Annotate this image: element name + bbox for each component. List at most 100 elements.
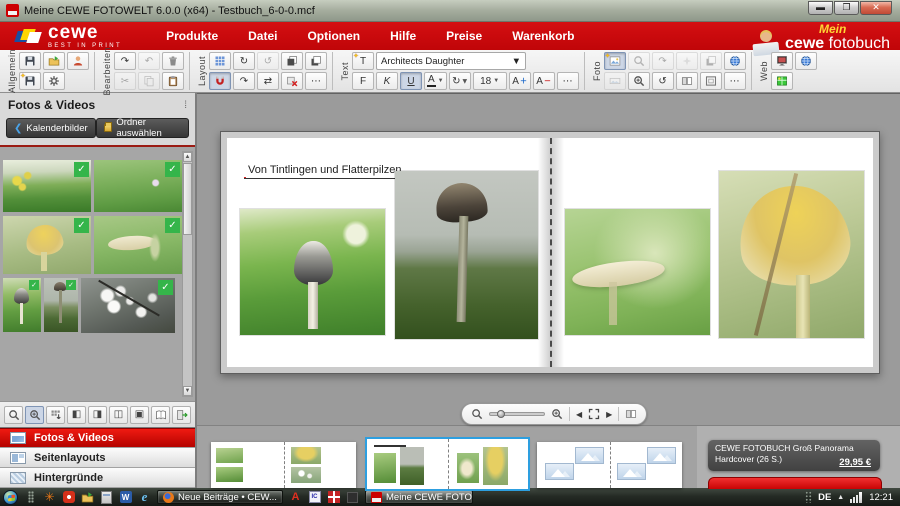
photo-rotate-left-icon[interactable]: ↺: [652, 72, 674, 90]
internet-explorer-icon[interactable]: e: [138, 491, 151, 504]
spread-thumbnail-2-selected[interactable]: [367, 439, 528, 489]
menu-datei[interactable]: Datei: [248, 29, 277, 43]
layout-more-icon[interactable]: ⋯: [305, 72, 327, 90]
delete-icon[interactable]: [162, 52, 184, 70]
thumbnail-inkcap-small[interactable]: ✓: [3, 278, 41, 332]
scroll-down-icon[interactable]: ▼: [183, 386, 192, 396]
editor-canvas[interactable]: Von Tintlingen und Flatterpilzen ◀: [197, 93, 900, 425]
sidebar-item-fotos-videos[interactable]: Fotos & Videos: [0, 428, 195, 448]
undo-icon[interactable]: ↶: [138, 52, 160, 70]
font-smaller-button[interactable]: A－: [533, 72, 555, 90]
scrollbar-thumb[interactable]: [183, 163, 192, 235]
product-price[interactable]: 29,95 €: [839, 457, 871, 468]
spread-thumbnail-1[interactable]: [211, 442, 356, 488]
rotate-right-icon[interactable]: ↷: [233, 72, 255, 90]
menu-hilfe[interactable]: Hilfe: [390, 29, 416, 43]
double-page-icon[interactable]: [676, 72, 698, 90]
grid-icon[interactable]: [209, 52, 231, 70]
view-columns-icon[interactable]: ◫: [109, 406, 128, 424]
taskbar-app-icon-4[interactable]: [347, 492, 358, 503]
bring-to-front-icon[interactable]: [281, 52, 303, 70]
autofill-grid-icon[interactable]: [46, 406, 65, 424]
zoom-slider[interactable]: [489, 412, 545, 416]
rotate-text-button[interactable]: ↻▼: [449, 72, 471, 90]
photo-web-icon[interactable]: [724, 52, 746, 70]
web-globe-icon[interactable]: [795, 52, 817, 70]
page-title-textbox[interactable]: Von Tintlingen und Flatterpilzen: [244, 164, 406, 179]
settings-gear-icon[interactable]: [43, 72, 65, 90]
spread-view-icon[interactable]: [625, 408, 637, 420]
fit-page-icon[interactable]: [588, 408, 600, 420]
copy-icon[interactable]: [138, 72, 160, 90]
zoom-in-icon[interactable]: [551, 408, 563, 420]
language-indicator[interactable]: DE: [818, 492, 831, 503]
explorer-icon[interactable]: [81, 491, 94, 504]
taskbar-media-icon[interactable]: [63, 491, 75, 503]
foto-more-icon[interactable]: ⋯: [724, 72, 746, 90]
photo-enhance-icon[interactable]: [676, 52, 698, 70]
rotate-object-icon[interactable]: ↻: [233, 52, 255, 70]
rotate-object-back-icon[interactable]: ↺: [257, 52, 279, 70]
menu-optionen[interactable]: Optionen: [307, 29, 360, 43]
slideshow-icon[interactable]: [771, 52, 793, 70]
zoom-out-icon[interactable]: [471, 408, 483, 420]
remove-layout-icon[interactable]: [281, 72, 303, 90]
photo-inkcap-grass[interactable]: [240, 209, 385, 335]
send-to-back-icon[interactable]: [305, 52, 327, 70]
sidebar-item-hintergruende[interactable]: Hintergründe: [0, 468, 195, 488]
menu-warenkorb[interactable]: Warenkorb: [512, 29, 574, 43]
options-dots-icon[interactable]: ⁞: [184, 100, 187, 111]
order-button[interactable]: [708, 477, 882, 489]
photo-rotate-icon[interactable]: ↷: [652, 52, 674, 70]
font-size-select[interactable]: 18▼: [473, 72, 507, 90]
thumbnail-blossoms[interactable]: ✓: [81, 278, 175, 333]
kalenderbilder-button[interactable]: ❮Kalenderbilder: [6, 118, 96, 138]
thumbnail-white-mushroom[interactable]: ✓: [94, 216, 182, 274]
taskbar-app-icon-2[interactable]: IC: [309, 491, 321, 503]
photo-border-icon[interactable]: [700, 72, 722, 90]
save-as-icon[interactable]: ✦: [19, 72, 41, 90]
thumbnail-scrollbar[interactable]: ▲ ▼: [182, 151, 193, 397]
thumbnail-yellow-mushroom[interactable]: ✓: [3, 216, 91, 274]
book-preview-icon[interactable]: [151, 406, 170, 424]
thumbnail-inkcap-tall[interactable]: ✓: [44, 278, 78, 332]
bold-button[interactable]: F: [352, 72, 374, 90]
taskbar-app-icon-3[interactable]: [328, 491, 340, 503]
firefox-task-button[interactable]: Neue Beiträge • CEW...: [157, 490, 283, 504]
start-button[interactable]: [3, 490, 18, 505]
save-icon[interactable]: [19, 52, 41, 70]
photo-crop-icon[interactable]: [628, 52, 650, 70]
photo-white-mushroom[interactable]: [565, 209, 710, 335]
clock[interactable]: 12:21: [869, 492, 893, 503]
menu-preise[interactable]: Preise: [446, 29, 482, 43]
app-icon[interactable]: [6, 4, 19, 17]
thumbnail-cowslip-grass[interactable]: ✓: [3, 160, 91, 212]
menu-produkte[interactable]: Produkte: [166, 29, 218, 43]
thumbnail-grass-flower[interactable]: ✓: [94, 160, 182, 212]
swap-pages-icon[interactable]: ⇄: [257, 72, 279, 90]
view-detail-icon[interactable]: ▣: [130, 406, 149, 424]
exit-panel-icon[interactable]: [172, 406, 191, 424]
network-icon[interactable]: [850, 492, 863, 503]
view-split-right-icon[interactable]: ◨: [88, 406, 107, 424]
cewe-task-button[interactable]: Meine CEWE FOTO...: [365, 490, 473, 504]
next-page-icon[interactable]: ▶: [606, 410, 612, 419]
web-album-icon[interactable]: [771, 72, 793, 90]
show-hidden-icons[interactable]: ▲: [837, 494, 844, 501]
cut-icon[interactable]: ✂: [114, 72, 136, 90]
font-color-button[interactable]: A▼: [424, 72, 447, 90]
calculator-icon[interactable]: [101, 491, 112, 504]
zoom-slider-knob[interactable]: [497, 410, 505, 418]
spread-thumbnail-3[interactable]: [537, 442, 682, 488]
open-folder-icon[interactable]: [43, 52, 65, 70]
previous-page-icon[interactable]: ◀: [576, 410, 582, 419]
maximize-button[interactable]: ❐: [834, 1, 859, 15]
zoom-out-thumbs-icon[interactable]: [4, 406, 23, 424]
magnet-snap-icon[interactable]: [209, 72, 231, 90]
sidebar-item-seitenlayouts[interactable]: Seitenlayouts: [0, 448, 195, 468]
close-button[interactable]: ✕: [860, 1, 892, 15]
underline-button[interactable]: U: [400, 72, 422, 90]
product-summary[interactable]: ✕ CEWE FOTOBUCH Groß Panorama Hardcover …: [708, 440, 880, 471]
redo-icon[interactable]: ↷: [114, 52, 136, 70]
word-icon[interactable]: W: [120, 491, 132, 503]
